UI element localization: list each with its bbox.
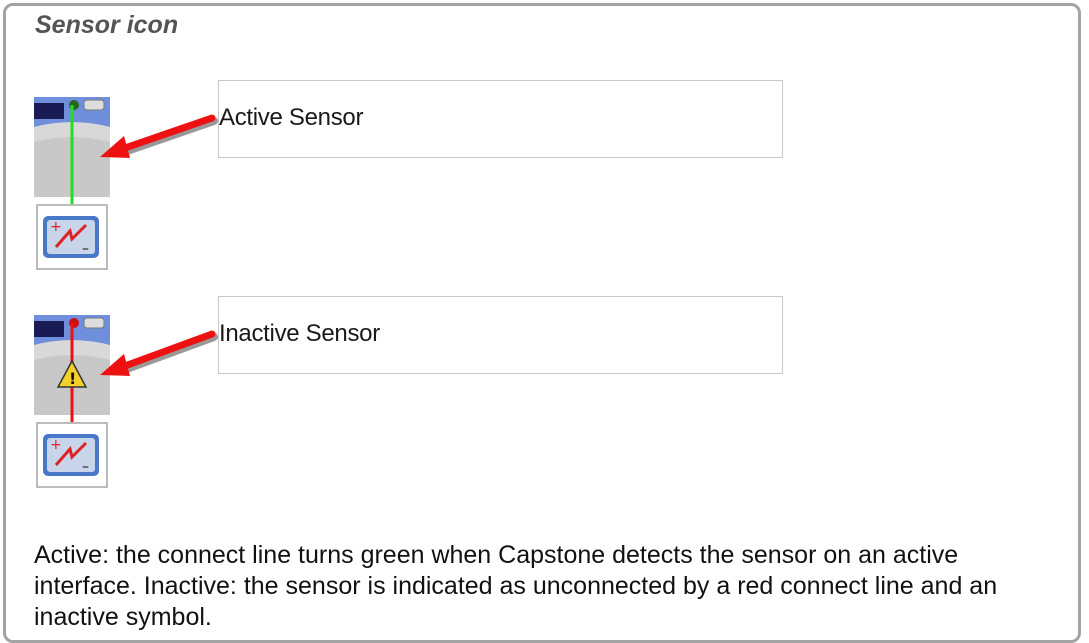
svg-text:+: + [50,219,62,235]
callout-inactive-sensor: Inactive Sensor [218,296,783,374]
active-sensor-graphic: + – [34,97,110,272]
callout-active-sensor: Active Sensor [218,80,783,158]
voltage-sensor-icon: + – [43,434,99,476]
voltage-sensor-icon: + – [43,216,99,258]
svg-text:–: – [82,459,89,475]
callout-label-active: Active Sensor [219,104,364,131]
svg-text:!: ! [69,369,76,388]
callout-label-inactive: Inactive Sensor [219,320,380,347]
interface-icon [34,321,64,337]
section-title: Sensor icon [35,11,179,39]
inactive-sensor-graphic: ! + – [34,315,110,490]
interface-icon [34,103,64,119]
description-text: Active: the connect line turns green whe… [34,541,998,631]
svg-text:+: + [50,437,62,453]
svg-text:–: – [82,241,89,257]
